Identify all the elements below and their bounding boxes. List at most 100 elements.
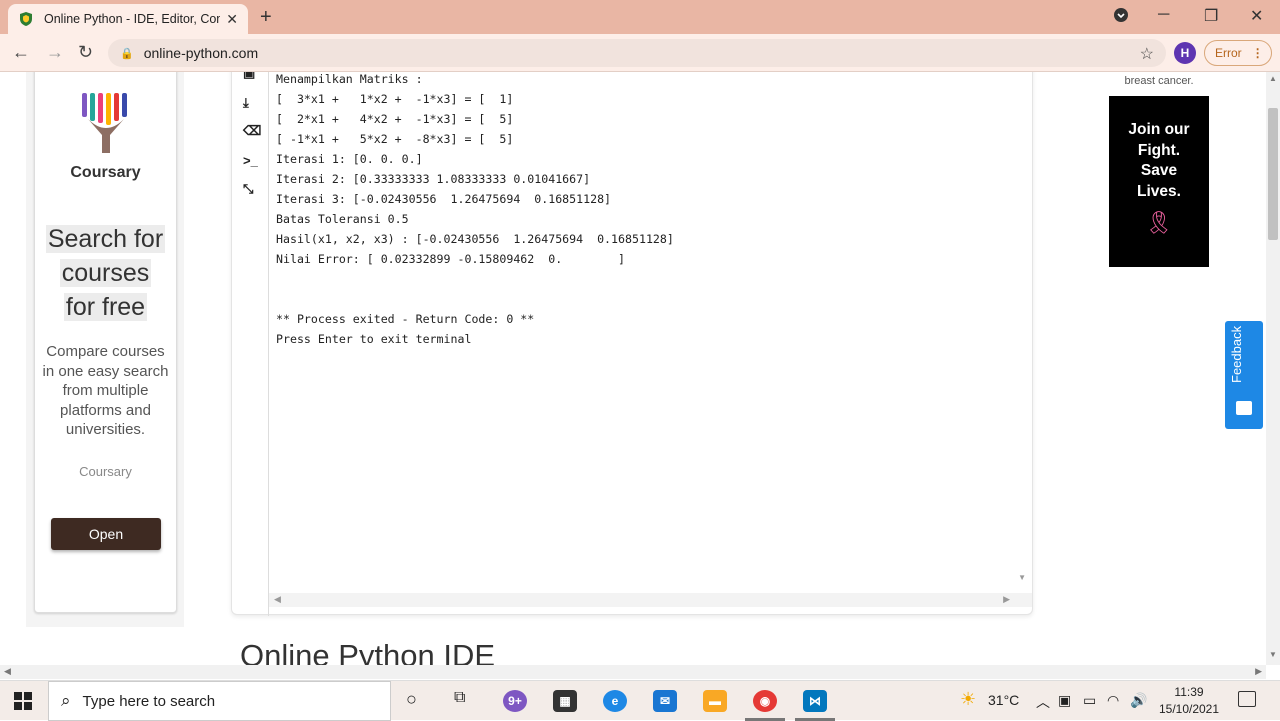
menu-dots-icon: ⋮ (1251, 46, 1264, 60)
chrome-icon[interactable]: ◉ (753, 690, 777, 712)
scroll-thumb[interactable] (1268, 108, 1278, 240)
slogan-line-3: Save (1140, 162, 1178, 179)
battery-icon[interactable]: ▭ (1083, 692, 1096, 709)
copy-icon[interactable]: ▣ (243, 72, 255, 81)
windows-start-icon[interactable] (14, 692, 32, 710)
search-placeholder: Type here to search (82, 692, 216, 710)
forward-icon[interactable]: → (46, 42, 64, 63)
mail-icon[interactable]: ✉ (653, 690, 677, 712)
editor-toolbar: ▣ ⤓ ⌫ >_ ⤡ (232, 72, 269, 616)
browser-titlebar: Online Python - IDE, Editor, Comp ✕ + ─ … (0, 0, 1280, 34)
terminal-line: [ -1*x1 + 5*x2 + -8*x3] = [ 5] (276, 132, 514, 146)
page-content: Coursary Search for courses for free Com… (0, 72, 1266, 665)
pink-ribbon-icon: 🎗 (1145, 210, 1173, 235)
ad-headline-line-1: Search for (45, 225, 166, 253)
browser-toolbar: ← → ↻ 🔒 online-python.com ☆ H Error ⋮ (0, 34, 1280, 72)
feedback-button[interactable]: Feedback (1225, 321, 1263, 429)
error-label: Error (1215, 46, 1242, 60)
section-title: Online Python IDE (240, 638, 496, 665)
slogan-line-4: Lives. (1137, 182, 1181, 200)
notification-icon[interactable] (1238, 691, 1256, 707)
right-ad-top-text: breast cancer. (1109, 72, 1209, 96)
page-vertical-scrollbar[interactable]: ▲ ▼ (1266, 72, 1280, 665)
terminal-line: Iterasi 3: [-0.02430556 1.26475694 0.168… (276, 192, 612, 206)
terminal-scroll-down-icon[interactable]: ▼ (1018, 573, 1026, 582)
terminal-output[interactable]: Menampilkan Matriks : [ 3*x1 + 1*x2 + -1… (276, 72, 674, 349)
slogan-line-1: Join our (1128, 121, 1190, 138)
cortana-icon[interactable]: ○ (406, 689, 417, 710)
right-ad-slogan: Join our Fight. Save Lives. (1109, 120, 1209, 202)
edge-icon[interactable]: e (603, 690, 627, 712)
ad-brand: Coursary (70, 164, 141, 181)
back-icon[interactable]: ← (12, 42, 30, 63)
volume-icon[interactable]: 🔊 (1130, 692, 1147, 709)
address-bar[interactable]: 🔒 online-python.com ☆ (108, 39, 1166, 67)
terminal-line: ** Process exited - Return Code: 0 ** (276, 312, 535, 326)
close-window-icon[interactable]: ✕ (1250, 6, 1263, 26)
error-button[interactable]: Error ⋮ (1204, 40, 1272, 66)
feedback-smile-icon (1236, 401, 1252, 415)
terminal-horizontal-scrollbar[interactable]: ◀ ▶ (269, 593, 1032, 607)
windows-taskbar: ⌕ Type here to search ○ ⧉ 9+ ▦ e ✉ ▬ ◉ ⋈… (0, 680, 1280, 721)
eraser-icon[interactable]: ⌫ (243, 123, 261, 139)
left-ad[interactable]: Coursary Search for courses for free Com… (34, 72, 177, 613)
search-icon: ⌕ (61, 691, 71, 710)
python-terminal-panel: ▣ ⤓ ⌫ >_ ⤡ Menampilkan Matriks : [ 3*x1 … (231, 72, 1033, 616)
slogan-line-2: Fight. (1137, 141, 1181, 159)
lock-icon: 🔒 (120, 47, 134, 60)
ad-headline-line-2: courses (59, 259, 152, 287)
terminal-line: Batas Toleransi 0.5 (276, 212, 409, 226)
scroll-right-icon[interactable]: ▶ (1003, 594, 1010, 605)
url-text: online-python.com (143, 45, 259, 61)
right-ad[interactable]: breast cancer. Join our Fight. Save Live… (1109, 72, 1209, 267)
scroll-left-icon[interactable]: ◀ (274, 594, 281, 605)
tray-expand-icon[interactable]: ︿ (1036, 692, 1050, 712)
temperature[interactable]: 31°C (988, 692, 1019, 708)
page-scroll-left-icon[interactable]: ◀ (4, 666, 11, 677)
tab-title: Online Python - IDE, Editor, Comp (44, 12, 221, 26)
terminal-line: [ 2*x1 + 4*x2 + -1*x3] = [ 5] (276, 112, 514, 126)
file-explorer-icon[interactable]: ▬ (703, 690, 727, 712)
close-tab-icon[interactable]: ✕ (226, 11, 238, 28)
download-icon[interactable]: ⤓ (243, 95, 249, 111)
terminal-line: Press Enter to exit terminal (276, 332, 472, 346)
coursary-logo-icon (81, 93, 127, 153)
scroll-down-icon[interactable]: ▼ (1269, 650, 1277, 659)
discord-icon[interactable]: 9+ (503, 690, 527, 712)
tray-app-icon[interactable]: ▣ (1058, 692, 1071, 709)
clock-time: 11:39 (1174, 685, 1204, 699)
ad-description: Compare courses in one easy search from … (42, 343, 169, 438)
weather-icon[interactable]: ☀ (960, 689, 976, 710)
ad-open-button[interactable]: Open (51, 518, 161, 550)
minimize-icon[interactable]: ─ (1158, 6, 1169, 24)
terminal-line: Menampilkan Matriks : (276, 72, 423, 86)
collapse-icon[interactable]: ⤡ (243, 181, 253, 197)
shield-favicon-icon (20, 12, 32, 26)
ad-headline: Search for courses for free (35, 222, 176, 324)
wifi-icon[interactable]: ◠ (1107, 692, 1119, 709)
ad-brand-footer: Coursary (79, 463, 132, 479)
vscode-icon[interactable]: ⋈ (803, 690, 827, 712)
new-tab-button[interactable]: + (260, 6, 272, 29)
page-scroll-right-icon[interactable]: ▶ (1255, 666, 1262, 677)
scroll-up-icon[interactable]: ▲ (1269, 74, 1277, 83)
terminal-line: Hasil(x1, x2, x3) : [-0.02430556 1.26475… (276, 232, 674, 246)
ad-headline-line-3: for free (63, 293, 148, 321)
feedback-label: Feedback (1229, 325, 1244, 383)
browser-tab[interactable]: Online Python - IDE, Editor, Comp ✕ (8, 4, 248, 34)
taskbar-search-box[interactable]: ⌕ Type here to search (48, 681, 391, 721)
terminal-line: [ 3*x1 + 1*x2 + -1*x3] = [ 1] (276, 92, 514, 106)
tab-search-icon[interactable] (1114, 8, 1128, 27)
taskbar-clock[interactable]: 11:39 15/10/2021 (1154, 684, 1224, 718)
task-view-icon[interactable]: ⧉ (454, 689, 465, 707)
profile-avatar[interactable]: H (1174, 42, 1196, 64)
store-icon[interactable]: ▦ (553, 690, 577, 712)
bookmark-star-icon[interactable]: ☆ (1140, 44, 1154, 64)
terminal-icon[interactable]: >_ (243, 153, 258, 168)
reload-icon[interactable]: ↻ (78, 42, 93, 63)
restore-icon[interactable]: ❐ (1204, 6, 1218, 26)
terminal-line: Iterasi 2: [0.33333333 1.08333333 0.0104… (276, 172, 591, 186)
page-horizontal-scrollbar[interactable]: ◀ ▶ (0, 665, 1266, 679)
